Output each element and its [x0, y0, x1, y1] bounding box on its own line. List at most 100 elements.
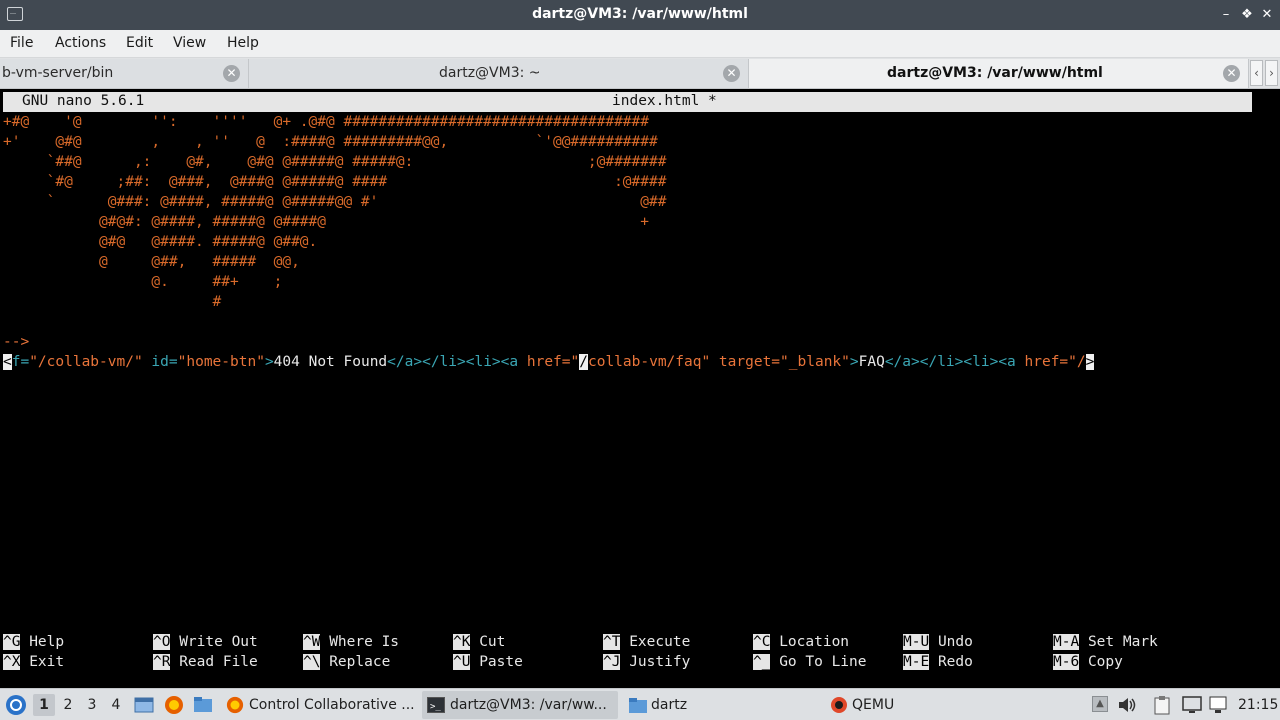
shortcut-label: Execute: [629, 634, 691, 650]
shortcut-item: ^R Read File: [153, 652, 258, 672]
restore-icon[interactable]: ❖: [1239, 6, 1255, 24]
shortcut-key: M-6: [1053, 654, 1080, 670]
shortcut-item: ^X Exit: [3, 652, 64, 672]
workspace-4[interactable]: 4: [105, 694, 127, 716]
shortcut-item: ^O Write Out: [153, 632, 258, 652]
close-icon[interactable]: ✕: [1259, 6, 1275, 24]
shortcut-item: M-A Set Mark: [1053, 632, 1158, 652]
text-cursor: /: [579, 354, 588, 370]
display-icon[interactable]: [1182, 695, 1202, 715]
workspace-1[interactable]: 1: [33, 694, 55, 716]
folder-icon: [629, 698, 647, 713]
text-cursor: <: [3, 354, 12, 370]
shortcut-label: Where Is: [329, 634, 400, 650]
shortcut-item: M-6 Copy: [1053, 652, 1123, 672]
task-label: dartz: [651, 697, 688, 713]
shortcut-key: ^T: [603, 634, 621, 650]
code-token: </a></li><li><a: [884, 354, 1025, 370]
clock: 21:15: [1238, 697, 1279, 713]
code-token: href=: [1024, 354, 1069, 370]
shortcut-key: ^R: [153, 654, 171, 670]
shortcut-label: Undo: [937, 634, 973, 650]
tab-server-bin[interactable]: b-vm-server/bin ✕: [0, 59, 249, 88]
network-icon[interactable]: [1208, 695, 1228, 715]
menu-edit[interactable]: Edit: [126, 35, 153, 51]
volume-icon[interactable]: [1117, 696, 1137, 714]
minimize-icon[interactable]: –: [1218, 6, 1234, 24]
shortcut-label: Replace: [329, 654, 391, 670]
shortcut-key: ^W: [303, 634, 321, 650]
tab-home[interactable]: dartz@VM3: ~ ✕: [249, 59, 749, 88]
close-tab-icon[interactable]: ✕: [223, 65, 240, 82]
ascii-art-line: +' @#@ , , '' @ :####@ #########@@, `'@@…: [3, 134, 658, 150]
shortcut-key: ^G: [3, 634, 21, 650]
shortcut-item: M-U Undo: [903, 632, 973, 652]
shortcut-spacer: [1079, 654, 1088, 670]
code-token: target=: [710, 354, 781, 370]
firefox-icon: [226, 696, 244, 714]
nano-filename: index.html *: [612, 93, 717, 109]
menu-help[interactable]: Help: [227, 35, 259, 51]
code-token: "/: [1068, 354, 1086, 370]
tab-scroll-left-icon[interactable]: ‹: [1250, 60, 1263, 86]
shortcut-key: M-E: [903, 654, 930, 670]
shortcut-label: Set Mark: [1087, 634, 1158, 650]
qemu-icon: [831, 697, 847, 713]
menu-file[interactable]: File: [10, 35, 33, 51]
start-menu-icon[interactable]: [5, 694, 27, 716]
menu-actions[interactable]: Actions: [55, 35, 106, 51]
ascii-art-line: @#@ @####. #####@ @##@.: [3, 234, 318, 250]
close-tab-icon[interactable]: ✕: [723, 65, 740, 82]
shortcut-label: Exit: [29, 654, 65, 670]
shortcut-item: ^C Location: [753, 632, 849, 652]
shortcut-item: ^J Justify: [603, 652, 690, 672]
tab-bar: b-vm-server/bin ✕ dartz@VM3: ~ ✕ dartz@V…: [0, 58, 1280, 89]
task-qemu[interactable]: QEMU: [822, 691, 1018, 719]
code-token: "/collab-vm/": [29, 354, 143, 370]
shortcut-key: ^X: [3, 654, 21, 670]
taskbar: 1 2 3 4 Control Collaborative ... >_ dar…: [0, 688, 1280, 720]
task-terminal[interactable]: >_ dartz@VM3: /var/ww...: [422, 691, 618, 719]
firefox-launcher-icon[interactable]: [164, 695, 184, 715]
code-token: id=: [142, 354, 178, 370]
nano-version: GNU nano 5.6.1: [22, 93, 145, 109]
text-cursor: >: [1085, 354, 1095, 370]
shortcut-spacer: [1079, 634, 1088, 650]
tab-var-www-html[interactable]: dartz@VM3: /var/www/html ✕: [749, 59, 1249, 88]
shortcut-item: M-E Redo: [903, 652, 973, 672]
svg-text:>_: >_: [430, 702, 441, 712]
tab-scroll-right-icon[interactable]: ›: [1265, 60, 1278, 86]
shortcut-key: ^K: [453, 634, 471, 650]
code-token: "_blank": [780, 354, 850, 370]
shortcut-item: ^U Paste: [453, 652, 523, 672]
menu-view[interactable]: View: [173, 35, 206, 51]
shortcut-item: ^K Cut: [453, 632, 505, 652]
code-token: href=: [526, 354, 571, 370]
file-manager-launcher-icon[interactable]: [193, 695, 213, 715]
show-desktop-icon[interactable]: [134, 695, 154, 715]
tray-expand-icon[interactable]: ▲: [1092, 696, 1108, 712]
shortcut-spacer: [770, 654, 779, 670]
code-line: <f="/collab-vm/" id="home-btn">404 Not F…: [3, 352, 1095, 372]
task-label: QEMU: [852, 697, 895, 713]
shortcut-item: ^G Help: [3, 632, 64, 652]
shortcut-spacer: [620, 654, 629, 670]
tab-label: dartz@VM3: /var/www/html: [887, 65, 1103, 81]
task-label: Control Collaborative ...: [249, 697, 415, 713]
shortcut-label: Cut: [479, 634, 506, 650]
tab-label: dartz@VM3: ~: [439, 65, 541, 81]
terminal-view[interactable]: GNU nano 5.6.1 index.html * +#@ '@ '': '…: [0, 89, 1280, 688]
shortcut-label: Go To Line: [779, 654, 867, 670]
clipboard-icon[interactable]: [1153, 695, 1171, 715]
close-tab-icon[interactable]: ✕: [1223, 65, 1240, 82]
ascii-art-line: +#@ '@ '': '''' @+ .@#@ ################…: [3, 114, 650, 130]
shortcut-spacer: [20, 654, 29, 670]
task-firefox[interactable]: Control Collaborative ...: [222, 691, 418, 719]
ascii-art-line: `#@ ;##: @###, @###@ @#####@ #### :@####: [3, 174, 667, 190]
workspace-2[interactable]: 2: [57, 694, 79, 716]
task-file-manager[interactable]: dartz: [622, 691, 818, 719]
shortcut-label: Justify: [629, 654, 691, 670]
shortcut-spacer: [770, 634, 779, 650]
workspace-3[interactable]: 3: [81, 694, 103, 716]
terminal-icon: >_: [427, 697, 445, 713]
